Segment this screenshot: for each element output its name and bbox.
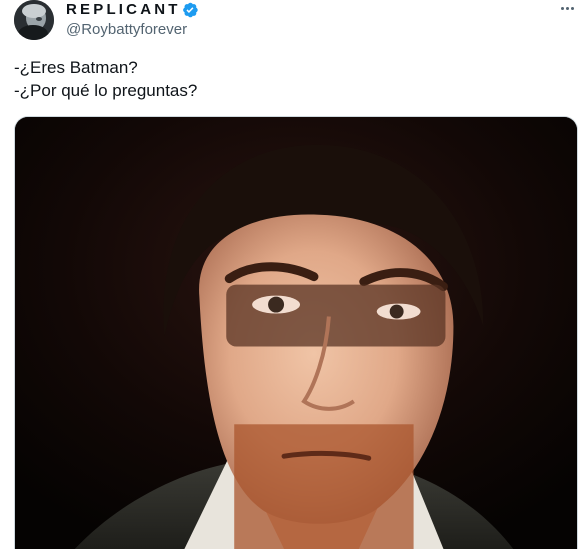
author-handle[interactable]: @Roybattyforever: [66, 21, 187, 39]
author-avatar[interactable]: [14, 0, 54, 40]
tweet-text-line: -¿Por qué lo preguntas?: [14, 81, 198, 100]
more-options-icon[interactable]: [555, 2, 579, 16]
tweet-photo[interactable]: [14, 116, 578, 549]
verified-badge-icon: [181, 1, 199, 19]
tweet-text: -¿Eres Batman? -¿Por qué lo preguntas?: [14, 56, 197, 102]
author-name-row[interactable]: REPLICANT: [66, 1, 199, 19]
author-display-name[interactable]: REPLICANT: [66, 1, 181, 19]
tweet-text-line: -¿Eres Batman?: [14, 58, 138, 77]
tweet[interactable]: REPLICANT @Roybattyforever -¿Eres Batman…: [0, 0, 586, 549]
avatar-image: [14, 0, 54, 40]
photo-image: [15, 117, 577, 549]
